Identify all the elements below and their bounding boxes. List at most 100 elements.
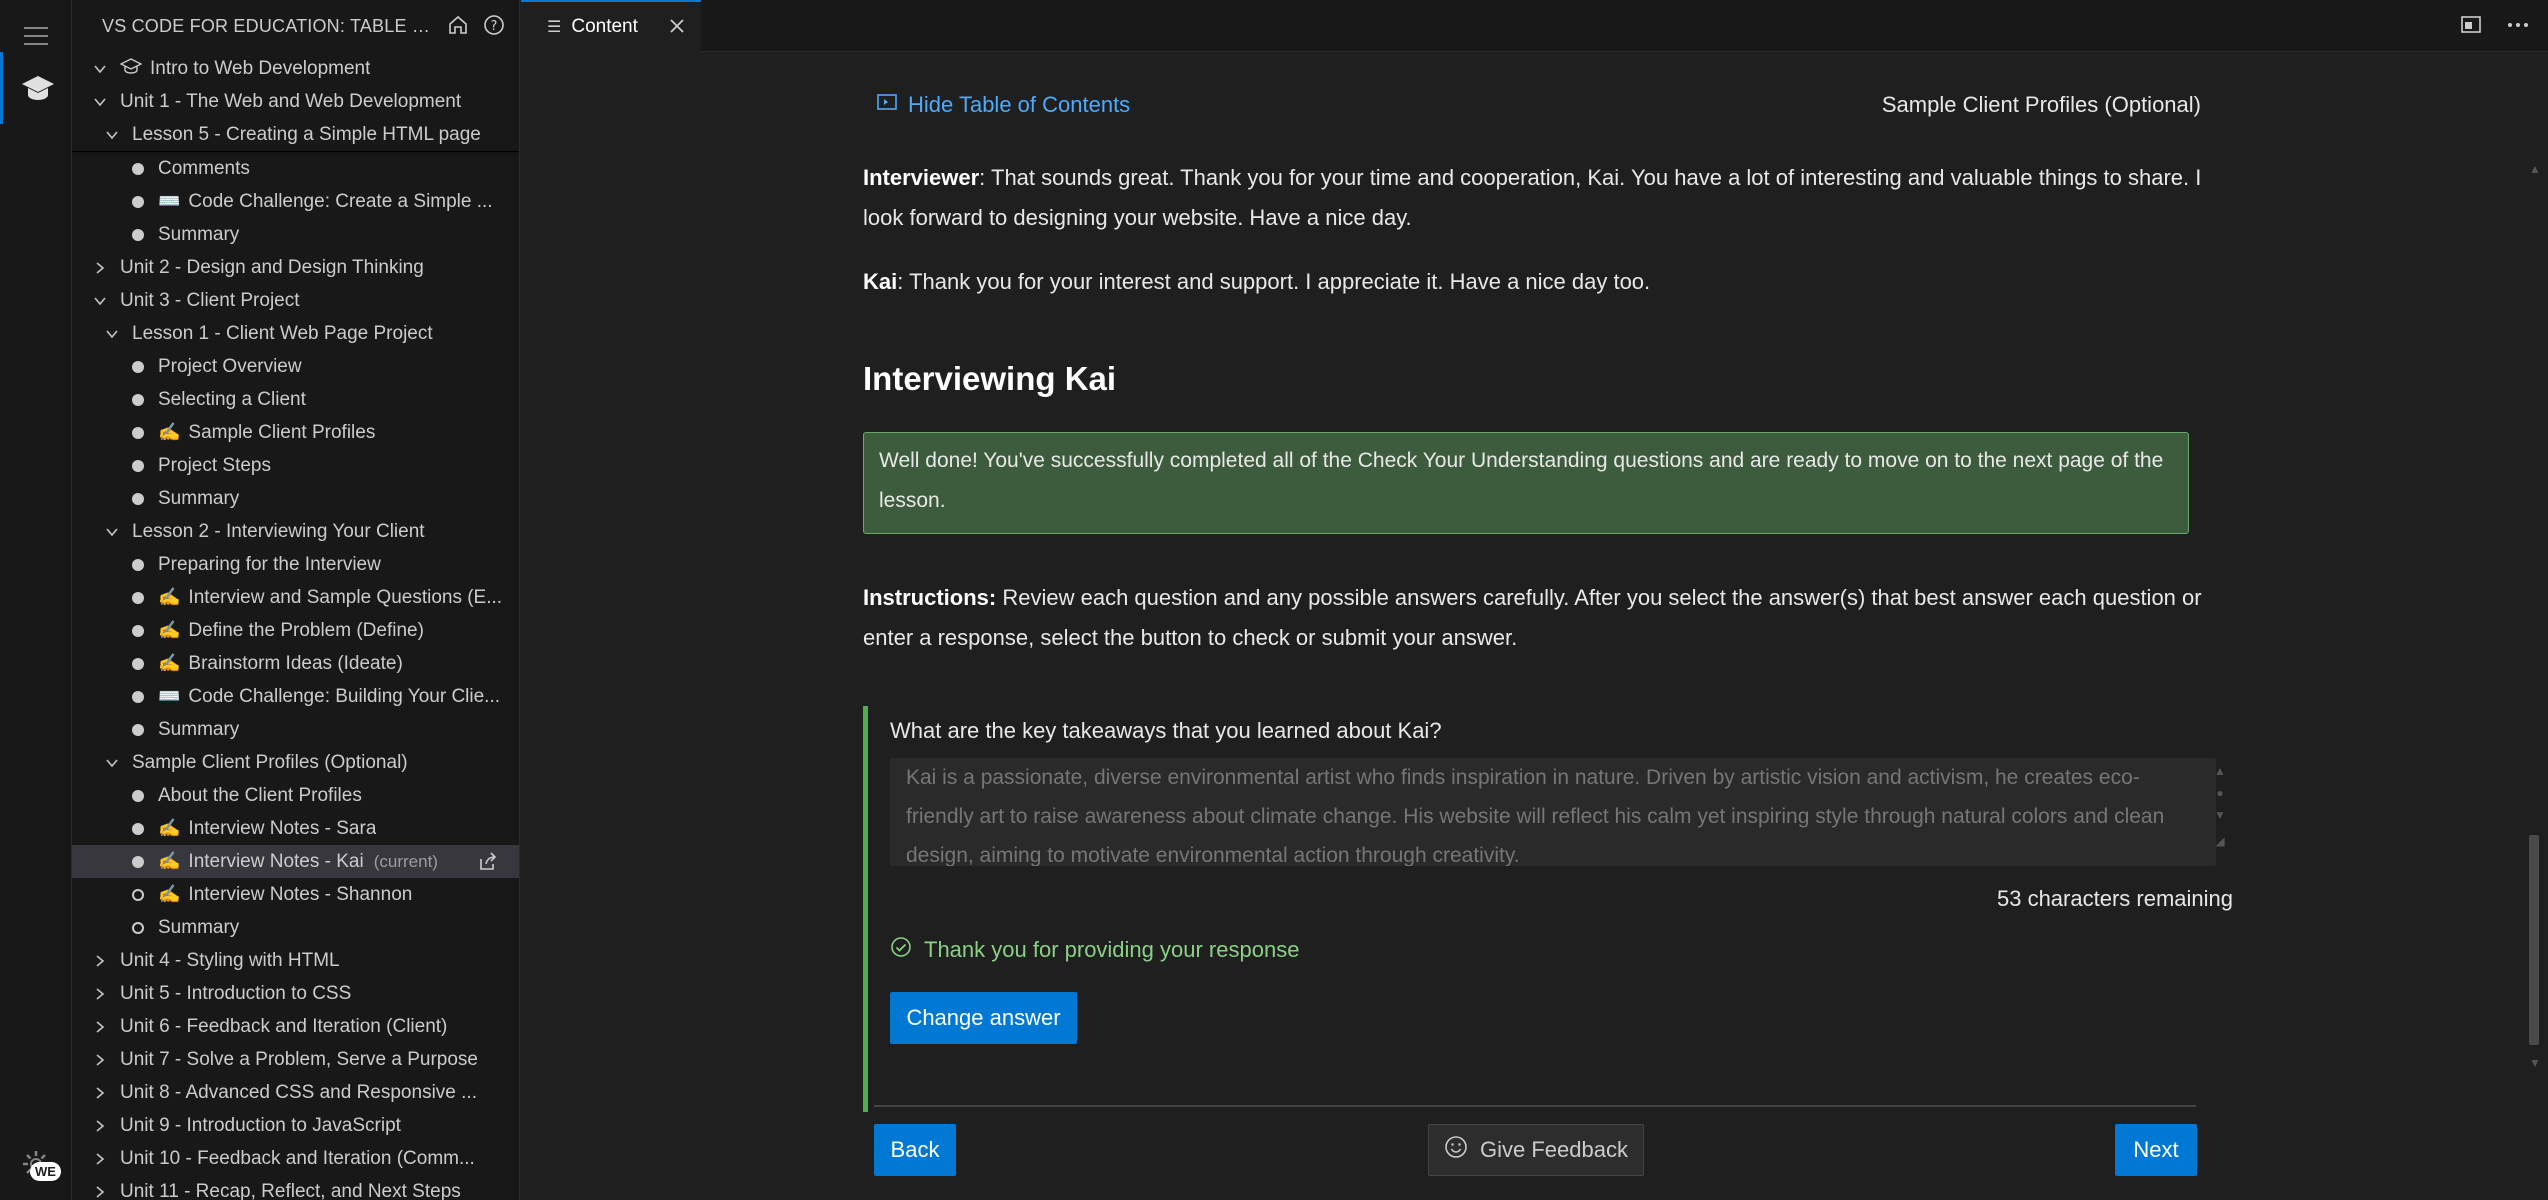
chevron-down-icon[interactable] bbox=[90, 62, 110, 76]
tree-item-label: Project Steps bbox=[158, 454, 271, 476]
tree-item[interactable]: Summary bbox=[72, 482, 519, 515]
more-actions-icon[interactable] bbox=[2506, 14, 2530, 41]
tab-content[interactable]: ☰ Content bbox=[521, 0, 701, 52]
tree-item[interactable]: Summary bbox=[72, 218, 519, 251]
tree-item[interactable]: ✍️ Define the Problem (Define) bbox=[72, 614, 519, 647]
section-heading: Interviewing Kai bbox=[863, 360, 1117, 397]
scroll-thumb[interactable] bbox=[2529, 835, 2539, 1045]
tree-item[interactable]: Project Steps bbox=[72, 449, 519, 482]
tree-item[interactable]: Lesson 5 - Creating a Simple HTML page bbox=[72, 118, 519, 151]
tree-item[interactable]: ⌨️ Code Challenge: Building Your Clie... bbox=[72, 680, 519, 713]
tree-item[interactable]: Unit 9 - Introduction to JavaScript bbox=[72, 1109, 519, 1142]
tree-item[interactable]: ✍️ Interview Notes - Sara bbox=[72, 812, 519, 845]
tree-item-label: Sample Client Profiles (Optional) bbox=[132, 751, 408, 773]
complete-dot-icon bbox=[132, 690, 144, 703]
keyboard-icon: ⌨️ bbox=[158, 191, 181, 211]
tree-item[interactable]: Comments bbox=[72, 152, 519, 185]
scroll-thumb: ● bbox=[2216, 786, 2224, 800]
tree-item[interactable]: Lesson 2 - Interviewing Your Client bbox=[72, 515, 519, 548]
tree-item-label: Interview Notes - Kai bbox=[188, 850, 364, 872]
tree-item-label: Unit 10 - Feedback and Iteration (Comm..… bbox=[120, 1147, 475, 1169]
tree-item[interactable]: Preparing for the Interview bbox=[72, 548, 519, 581]
tree-item-label: Define the Problem (Define) bbox=[188, 619, 424, 641]
resize-handle-icon[interactable]: ◢ bbox=[2215, 834, 2224, 848]
scroll-down-icon[interactable]: ▼ bbox=[2529, 1056, 2541, 1070]
chevron-right-icon[interactable] bbox=[90, 1185, 110, 1199]
tree-item[interactable]: Summary bbox=[72, 713, 519, 746]
tree-item[interactable]: Unit 10 - Feedback and Iteration (Comm..… bbox=[72, 1142, 519, 1175]
tree-item[interactable]: Sample Client Profiles (Optional) bbox=[72, 746, 519, 779]
tree-item[interactable]: ✍️ Interview Notes - Kai (current) bbox=[72, 845, 519, 878]
hide-toc-link[interactable]: Hide Table of Contents bbox=[876, 92, 1130, 118]
tree-item-label: Selecting a Client bbox=[158, 388, 306, 410]
home-icon[interactable] bbox=[447, 14, 469, 41]
chevron-down-icon[interactable] bbox=[90, 95, 110, 109]
chevron-right-icon[interactable] bbox=[90, 1053, 110, 1067]
tree-item[interactable]: Summary bbox=[72, 911, 519, 944]
help-icon[interactable]: ? bbox=[483, 14, 505, 41]
scroll-up-icon[interactable]: ▲ bbox=[2529, 162, 2541, 176]
education-icon[interactable] bbox=[0, 52, 72, 124]
tree-item[interactable]: Unit 6 - Feedback and Iteration (Client) bbox=[72, 1010, 519, 1043]
complete-dot-icon bbox=[132, 426, 144, 439]
tree-item[interactable]: Intro to Web Development bbox=[72, 52, 519, 85]
chevron-down-icon[interactable] bbox=[102, 327, 122, 341]
tree-item[interactable]: Selecting a Client bbox=[72, 383, 519, 416]
chevron-right-icon[interactable] bbox=[90, 954, 110, 968]
tree-item[interactable]: ✍️ Interview and Sample Questions (E... bbox=[72, 581, 519, 614]
tree-item[interactable]: Unit 3 - Client Project bbox=[72, 284, 519, 317]
current-indicator: (current) bbox=[373, 851, 438, 871]
chevron-right-icon[interactable] bbox=[90, 987, 110, 1001]
tree-item[interactable]: Unit 5 - Introduction to CSS bbox=[72, 977, 519, 1010]
complete-dot-icon bbox=[132, 228, 144, 241]
next-button[interactable]: Next bbox=[2115, 1124, 2197, 1176]
tree-item[interactable]: ✍️ Brainstorm Ideas (Ideate) bbox=[72, 647, 519, 680]
textarea-scrollbar[interactable]: ▲ ● ▼ ◢ bbox=[2209, 758, 2231, 862]
check-circle-icon bbox=[890, 936, 912, 964]
tree-item[interactable]: Unit 8 - Advanced CSS and Responsive ... bbox=[72, 1076, 519, 1109]
account-badge: WE bbox=[30, 1162, 61, 1181]
tree-item-label: Unit 1 - The Web and Web Development bbox=[120, 90, 462, 112]
tree-item[interactable]: Unit 2 - Design and Design Thinking bbox=[72, 251, 519, 284]
chevron-right-icon[interactable] bbox=[90, 1086, 110, 1100]
chevron-right-icon[interactable] bbox=[90, 1020, 110, 1034]
tree-item[interactable]: Unit 1 - The Web and Web Development bbox=[72, 85, 519, 118]
chevron-down-icon[interactable] bbox=[90, 294, 110, 308]
response-confirmation: Thank you for providing your response bbox=[890, 936, 1299, 964]
change-answer-button[interactable]: Change answer bbox=[890, 992, 1077, 1044]
tree-item[interactable]: Unit 4 - Styling with HTML bbox=[72, 944, 519, 977]
back-button[interactable]: Back bbox=[874, 1124, 956, 1176]
tree-item[interactable]: About the Client Profiles bbox=[72, 779, 519, 812]
chevron-down-icon[interactable] bbox=[102, 756, 122, 770]
chevron-down-icon[interactable] bbox=[102, 128, 122, 142]
tree-item[interactable]: Project Overview bbox=[72, 350, 519, 383]
answer-textarea[interactable]: Kai is a passionate, diverse environment… bbox=[890, 758, 2216, 866]
paragraph-interviewer: Interviewer: That sounds great. Thank yo… bbox=[863, 158, 2203, 238]
tree-item-label: Unit 2 - Design and Design Thinking bbox=[120, 256, 424, 278]
chevron-right-icon[interactable] bbox=[90, 1152, 110, 1166]
close-icon[interactable] bbox=[667, 16, 687, 42]
give-feedback-button[interactable]: Give Feedback bbox=[1428, 1124, 1644, 1176]
tree-item[interactable]: ✍️ Sample Client Profiles bbox=[72, 416, 519, 449]
writing-hand-icon: ✍️ bbox=[158, 884, 181, 904]
tab-label: Content bbox=[571, 16, 638, 37]
tree-item[interactable]: Lesson 1 - Client Web Page Project bbox=[72, 317, 519, 350]
complete-dot-icon bbox=[132, 624, 144, 637]
chevron-down-icon[interactable] bbox=[102, 525, 122, 539]
complete-dot-icon bbox=[132, 492, 144, 505]
chevron-right-icon[interactable] bbox=[90, 261, 110, 275]
tree-item[interactable]: ✍️ Interview Notes - Shannon bbox=[72, 878, 519, 911]
tree-item[interactable]: Unit 11 - Recap, Reflect, and Next Steps bbox=[72, 1175, 519, 1200]
chevron-right-icon[interactable] bbox=[90, 1119, 110, 1133]
tree-item-label: Unit 11 - Recap, Reflect, and Next Steps bbox=[120, 1180, 461, 1200]
complete-dot-icon bbox=[132, 360, 144, 373]
sidebar-header: VS CODE FOR EDUCATION: TABLE OF CON... ? bbox=[72, 0, 519, 52]
toggle-panel-icon[interactable] bbox=[2460, 14, 2484, 41]
tree-item-label: Preparing for the Interview bbox=[158, 553, 381, 575]
tree-item-label: Interview Notes - Sara bbox=[188, 817, 377, 839]
tree-item[interactable]: ⌨️ Code Challenge: Create a Simple ... bbox=[72, 185, 519, 218]
tree-item[interactable]: Unit 7 - Solve a Problem, Serve a Purpos… bbox=[72, 1043, 519, 1076]
content-scrollbar[interactable]: ▲ ▼ bbox=[2521, 52, 2548, 1200]
instructions: Instructions: Review each question and a… bbox=[863, 578, 2203, 658]
open-external-icon[interactable] bbox=[477, 851, 499, 879]
